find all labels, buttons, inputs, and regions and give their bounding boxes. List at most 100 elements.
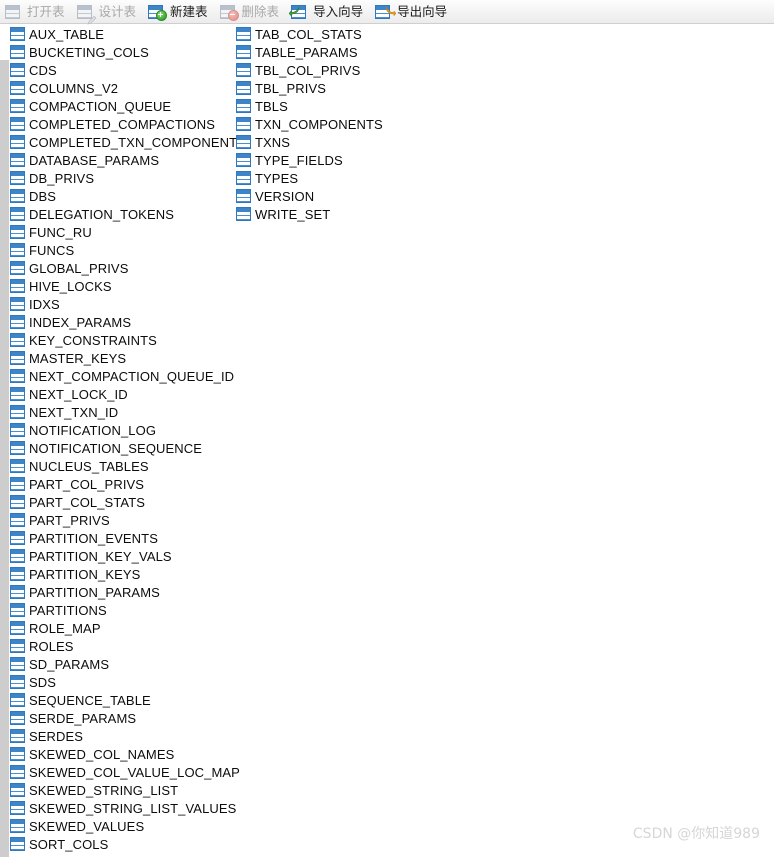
table-grid-icon — [10, 171, 25, 185]
table-grid-icon — [10, 351, 25, 365]
table-list-item[interactable]: TBLS — [236, 97, 383, 115]
table-list-item[interactable]: ROLE_MAP — [10, 619, 246, 637]
table-name-label: TBL_COL_PRIVS — [255, 62, 361, 78]
export-wizard-label: 导出向导 — [397, 3, 448, 19]
table-list-item[interactable]: PARTITION_KEYS — [10, 565, 246, 583]
table-name-label: DB_PRIVS — [29, 170, 95, 186]
vertical-scrollbar[interactable] — [0, 60, 9, 857]
table-name-label: PARTITION_KEYS — [29, 566, 141, 582]
table-name-label: NOTIFICATION_SEQUENCE — [29, 440, 203, 456]
table-list-item[interactable]: MASTER_KEYS — [10, 349, 246, 367]
table-list-item[interactable]: CDS — [10, 61, 246, 79]
table-name-label: TXN_COMPONENTS — [255, 116, 383, 132]
table-list-item[interactable]: INDEX_PARAMS — [10, 313, 246, 331]
table-name-label: SD_PARAMS — [29, 656, 110, 672]
table-list-item[interactable]: NEXT_TXN_ID — [10, 403, 246, 421]
table-list-item[interactable]: ROLES — [10, 637, 246, 655]
table-grid-icon — [10, 675, 25, 689]
table-list-item[interactable]: HIVE_LOCKS — [10, 277, 246, 295]
table-list-item[interactable]: TYPES — [236, 169, 383, 187]
table-grid-icon — [236, 171, 251, 185]
table-list-item[interactable]: PART_COL_STATS — [10, 493, 246, 511]
table-name-label: TBL_PRIVS — [255, 80, 326, 96]
table-name-label: WRITE_SET — [255, 206, 331, 222]
table-list-item[interactable]: VERSION — [236, 187, 383, 205]
table-list-item[interactable]: NEXT_LOCK_ID — [10, 385, 246, 403]
table-name-label: NOTIFICATION_LOG — [29, 422, 157, 438]
table-name-label: NEXT_TXN_ID — [29, 404, 119, 420]
table-name-label: PARTITION_KEY_VALS — [29, 548, 172, 564]
table-list-item[interactable]: SERDE_PARAMS — [10, 709, 246, 727]
design-table-icon — [76, 4, 97, 25]
table-list-item[interactable]: NOTIFICATION_SEQUENCE — [10, 439, 246, 457]
table-grid-icon — [10, 333, 25, 347]
table-list-item[interactable]: SORT_COLS — [10, 835, 246, 853]
table-grid-icon — [236, 153, 251, 167]
table-list-item[interactable]: PART_PRIVS — [10, 511, 246, 529]
import-arrow-icon — [288, 3, 300, 21]
table-list-item[interactable]: TAB_COL_STATS — [236, 25, 383, 43]
table-list-item[interactable]: TXNS — [236, 133, 383, 151]
table-list-item[interactable]: NUCLEUS_TABLES — [10, 457, 246, 475]
table-list-item[interactable]: COLUMNS_V2 — [10, 79, 246, 97]
table-list-item[interactable]: PARTITION_KEY_VALS — [10, 547, 246, 565]
table-list-item[interactable]: DBS — [10, 187, 246, 205]
table-list-item[interactable]: SDS — [10, 673, 246, 691]
table-list-item[interactable]: TYPE_FIELDS — [236, 151, 383, 169]
table-list-item[interactable]: COMPACTION_QUEUE — [10, 97, 246, 115]
table-list-item[interactable]: NEXT_COMPACTION_QUEUE_ID — [10, 367, 246, 385]
table-list-item[interactable]: TBL_COL_PRIVS — [236, 61, 383, 79]
table-list-item[interactable]: IDXS — [10, 295, 246, 313]
table-list-item[interactable]: BUCKETING_COLS — [10, 43, 246, 61]
table-name-label: SORT_COLS — [29, 836, 109, 852]
table-grid-icon — [10, 801, 25, 815]
table-list-item[interactable]: PARTITION_PARAMS — [10, 583, 246, 601]
table-list-item[interactable]: PART_COL_PRIVS — [10, 475, 246, 493]
table-grid-icon — [10, 783, 25, 797]
table-list-item[interactable]: TXN_COMPONENTS — [236, 115, 383, 133]
export-wizard-button[interactable]: 导出向导 — [370, 1, 453, 23]
table-name-label: SEQUENCE_TABLE — [29, 692, 151, 708]
table-list-item[interactable]: NOTIFICATION_LOG — [10, 421, 246, 439]
table-list-item[interactable]: COMPLETED_COMPACTIONS — [10, 115, 246, 133]
table-list-item[interactable]: FUNC_RU — [10, 223, 246, 241]
table-name-label: CDS — [29, 62, 57, 78]
table-list-item[interactable]: SERDES — [10, 727, 246, 745]
table-list-item[interactable]: PARTITION_EVENTS — [10, 529, 246, 547]
table-list-item[interactable]: TBL_PRIVS — [236, 79, 383, 97]
table-name-label: GLOBAL_PRIVS — [29, 260, 129, 276]
table-list-item[interactable]: DATABASE_PARAMS — [10, 151, 246, 169]
table-grid-icon — [10, 63, 25, 77]
table-list-item[interactable]: WRITE_SET — [236, 205, 383, 223]
table-list-panel: AUX_TABLE BUCKETING_COLS CDS COLUMNS_V2 COMP… — [0, 25, 774, 857]
new-table-label: 新建表 — [170, 3, 208, 19]
plus-badge-icon — [156, 9, 168, 21]
table-list-item[interactable]: SEQUENCE_TABLE — [10, 691, 246, 709]
import-wizard-button[interactable]: 导入向导 — [286, 1, 369, 23]
csdn-watermark: CSDN @你知道989 — [632, 826, 760, 842]
table-list-item[interactable]: FUNCS — [10, 241, 246, 259]
table-list-item[interactable]: PARTITIONS — [10, 601, 246, 619]
export-arrow-icon — [385, 3, 397, 21]
pencil-icon — [86, 12, 97, 25]
table-list-item[interactable]: GLOBAL_PRIVS — [10, 259, 246, 277]
table-list-item[interactable]: SD_PARAMS — [10, 655, 246, 673]
table-list-item[interactable]: SKEWED_COL_VALUE_LOC_MAP — [10, 763, 246, 781]
table-list-column-2: TAB_COL_STATS TABLE_PARAMS TBL_COL_PRIVS TB… — [236, 25, 383, 223]
table-grid-icon — [10, 477, 25, 491]
table-grid-icon — [10, 45, 25, 59]
table-list-item[interactable]: COMPLETED_TXN_COMPONENTS — [10, 133, 246, 151]
table-list-item[interactable]: SKEWED_VALUES — [10, 817, 246, 835]
table-list-item[interactable]: DB_PRIVS — [10, 169, 246, 187]
table-list-item[interactable]: SKEWED_COL_NAMES — [10, 745, 246, 763]
new-table-button[interactable]: 新建表 — [143, 1, 214, 23]
table-list-item[interactable]: SKEWED_STRING_LIST — [10, 781, 246, 799]
open-table-button: 打开表 — [0, 1, 71, 23]
table-list-item[interactable]: TABLE_PARAMS — [236, 43, 383, 61]
table-list-item[interactable]: AUX_TABLE — [10, 25, 246, 43]
table-grid-icon — [10, 99, 25, 113]
table-list-item[interactable]: KEY_CONSTRAINTS — [10, 331, 246, 349]
table-list-item[interactable]: DELEGATION_TOKENS — [10, 205, 246, 223]
table-list-item[interactable]: SKEWED_STRING_LIST_VALUES — [10, 799, 246, 817]
table-name-label: SKEWED_VALUES — [29, 818, 145, 834]
